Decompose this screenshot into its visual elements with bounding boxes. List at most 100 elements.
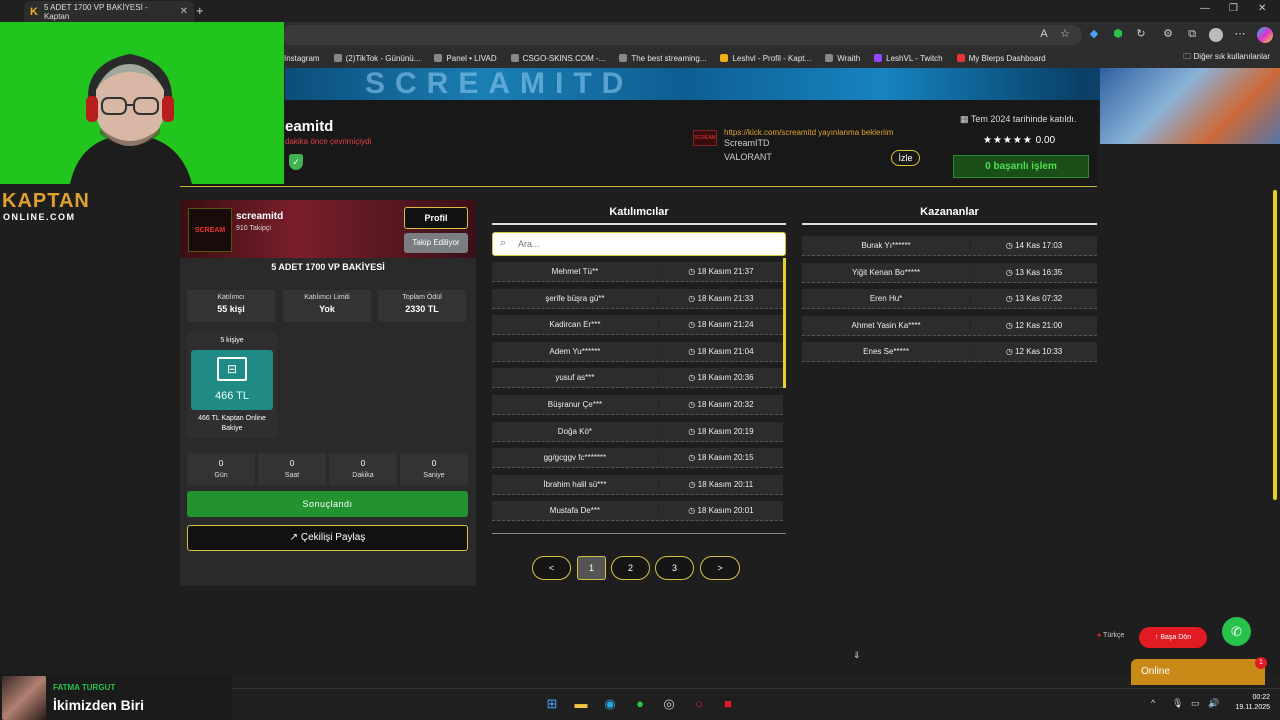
streaming-icon <box>619 54 628 62</box>
extensions-icon[interactable]: ⚙ <box>1161 27 1175 41</box>
online-chat-button[interactable]: Online <box>1131 659 1265 685</box>
clock-icon: ◷ <box>1005 320 1016 330</box>
clock-icon: ◷ <box>688 506 698 516</box>
windows-start-icon[interactable]: ⊞ <box>542 694 562 714</box>
participant-row: gg/gcggv fc******* ◷ 18 Kasım 20:15 <box>492 448 783 469</box>
bookmark-leshvl-kaptan[interactable]: Leshvl - Profil - Kapt... <box>720 54 811 63</box>
share-giveaway-button[interactable]: ↗ Çekilişi Paylaş <box>187 525 468 551</box>
bookmark-streaming[interactable]: The best streaming... <box>619 54 706 63</box>
clock-icon: ◷ <box>1005 267 1016 277</box>
clock-icon: ◷ <box>1005 294 1016 304</box>
side-image <box>1100 68 1280 144</box>
profile-button[interactable]: Profil <box>404 207 468 229</box>
other-bookmarks[interactable]: 🗀 Diğer sık kullanılanlar <box>1183 51 1270 65</box>
bookmark-wraith[interactable]: Wraith <box>825 54 860 63</box>
language-selector[interactable]: ● Türkçe <box>1097 632 1124 639</box>
stream-name: ScreamITD <box>724 138 770 148</box>
page-2-button[interactable]: 2 <box>611 556 650 580</box>
profile-username: eamitd <box>285 118 334 135</box>
volume-icon[interactable]: 🔊 <box>1208 698 1219 709</box>
bookmark-csgo[interactable]: CSGO-SKINS.COM -... <box>510 54 605 63</box>
giveaway-title: 5 ADET 1700 VP BAKİYESİ <box>271 262 385 272</box>
participant-row: Mehmet Tü** ◷ 18 Kasım 21:37 <box>492 262 783 282</box>
clock-icon: ◷ <box>688 346 698 356</box>
ended-button[interactable]: Sonuçlandı <box>187 491 468 517</box>
bookmark-blerps[interactable]: My Blerps Dashboard <box>956 54 1046 63</box>
streamer-logo: SCREAM <box>188 208 232 252</box>
prize-count: 5 kişiye <box>220 337 244 344</box>
opera-icon[interactable]: ○ <box>689 694 709 714</box>
list-scrollbar[interactable] <box>783 258 786 388</box>
blerps-icon <box>956 54 965 62</box>
new-tab-icon[interactable]: + <box>196 3 204 18</box>
bookmark-panel[interactable]: Panel • LIVAD <box>434 54 497 63</box>
refresh-extension-icon[interactable]: ↻ <box>1134 27 1148 41</box>
shield-extension-icon[interactable]: ⬢ <box>1111 27 1125 41</box>
copilot-icon[interactable] <box>1257 27 1273 43</box>
bookmark-twitch[interactable]: LeshVL - Twitch <box>874 54 943 63</box>
share-icon: ↗ <box>289 532 301 543</box>
clock-icon: ◷ <box>1005 347 1016 357</box>
whatsapp-icon[interactable]: ✆ <box>1222 617 1251 646</box>
profile-avatar[interactable] <box>1209 28 1223 42</box>
joined-date: ▦ Tem 2024 tarihinde katıldı. <box>960 114 1077 124</box>
page-1-button[interactable]: 1 <box>577 556 606 580</box>
stat-participants: Katılımcı 55 kişi <box>187 290 275 322</box>
url-field[interactable] <box>282 25 1082 45</box>
site-logo-sub[interactable]: ONLINE.COM <box>3 212 76 222</box>
minimize-icon[interactable]: — <box>1200 3 1210 14</box>
page-prev-button[interactable]: < <box>532 556 571 580</box>
app-icon[interactable]: ■ <box>718 694 738 714</box>
winner-row: Eren Hu* ◷ 13 Kas 07:32 <box>802 289 1097 310</box>
stream-game: VALORANT <box>724 152 772 162</box>
header-divider <box>180 186 1097 187</box>
extension-icon[interactable]: ◆ <box>1087 27 1101 41</box>
site-logo[interactable]: KAPTAN <box>2 191 90 211</box>
tray-expand-icon[interactable]: ^ <box>1151 698 1155 708</box>
rating-value: 0.00 <box>1035 135 1056 146</box>
csgo-icon <box>510 54 519 62</box>
song-title: İkimizden Biri <box>53 697 145 713</box>
search-input[interactable] <box>518 235 778 253</box>
system-clock[interactable]: 00:22 19.11.2025 <box>1228 693 1270 713</box>
page-next-button[interactable]: > <box>700 556 740 580</box>
prize-value: 466 TL <box>214 390 250 402</box>
close-tab-icon[interactable]: ✕ <box>180 6 188 17</box>
winners-divider <box>802 223 1097 225</box>
microphone-icon[interactable]: 🎙 <box>1172 698 1183 709</box>
file-explorer-icon[interactable]: ▬ <box>571 694 591 714</box>
close-window-icon[interactable]: ✕ <box>1258 3 1266 14</box>
page-3-button[interactable]: 3 <box>655 556 694 580</box>
winners-title: Kazananlar <box>920 206 979 218</box>
network-icon[interactable]: ▭ <box>1191 698 1200 709</box>
chrome-icon[interactable]: ◎ <box>659 694 679 714</box>
participant-row: yusuf as*** ◷ 18 Kasım 20:36 <box>492 368 783 389</box>
bookmark-tiktok[interactable]: (2)TikTok - Gününü... <box>333 54 420 63</box>
stream-thumbnail[interactable]: SCREAM <box>693 130 717 146</box>
back-to-top-button[interactable]: ↑ Başa Dön <box>1139 627 1207 648</box>
spotify-icon[interactable]: ● <box>630 694 650 714</box>
maximize-icon[interactable]: ❐ <box>1229 3 1238 14</box>
more-menu-icon[interactable]: ⋯ <box>1233 27 1247 41</box>
stat-limit: Katılımcı Limiti Yok <box>283 290 371 322</box>
site-favicon-icon: K <box>30 5 38 18</box>
rating: ★★★★★ 0.00 <box>983 135 1055 146</box>
watch-button[interactable]: İzle <box>891 150 920 166</box>
gift-card-icon: ⊟ <box>217 357 247 381</box>
read-aloud-icon[interactable]: A <box>1037 27 1051 41</box>
clock-icon: ◷ <box>688 453 698 463</box>
stream-url[interactable]: https://kick.com/screamitd yayınlanma be… <box>724 128 894 137</box>
collections-icon[interactable]: ⧉ <box>1185 27 1199 41</box>
mouse-cursor-icon: ⇓ <box>853 650 861 660</box>
winner-row: Ahmet Yasin Ka**** ◷ 12 Kas 21:00 <box>802 315 1097 336</box>
favorite-star-icon[interactable]: ☆ <box>1058 27 1072 41</box>
banner-art: SCREAMITD <box>365 67 634 100</box>
following-button[interactable]: Takip Ediliyor <box>404 233 468 253</box>
clock-icon: ◷ <box>688 373 698 383</box>
edge-browser-icon[interactable]: ◉ <box>600 694 620 714</box>
stat-total-prize: Toplam Ödül 2330 TL <box>378 290 466 322</box>
participants-list: Mehmet Tü** ◷ 18 Kasım 21:37 şerife büşra… <box>492 262 783 528</box>
bookmark-instagram[interactable]: Instagram <box>284 54 320 63</box>
page-scrollbar[interactable] <box>1273 190 1277 500</box>
browser-tab[interactable]: K 5 ADET 1700 VP BAKİYESİ - Kaptan ✕ <box>24 1 194 22</box>
